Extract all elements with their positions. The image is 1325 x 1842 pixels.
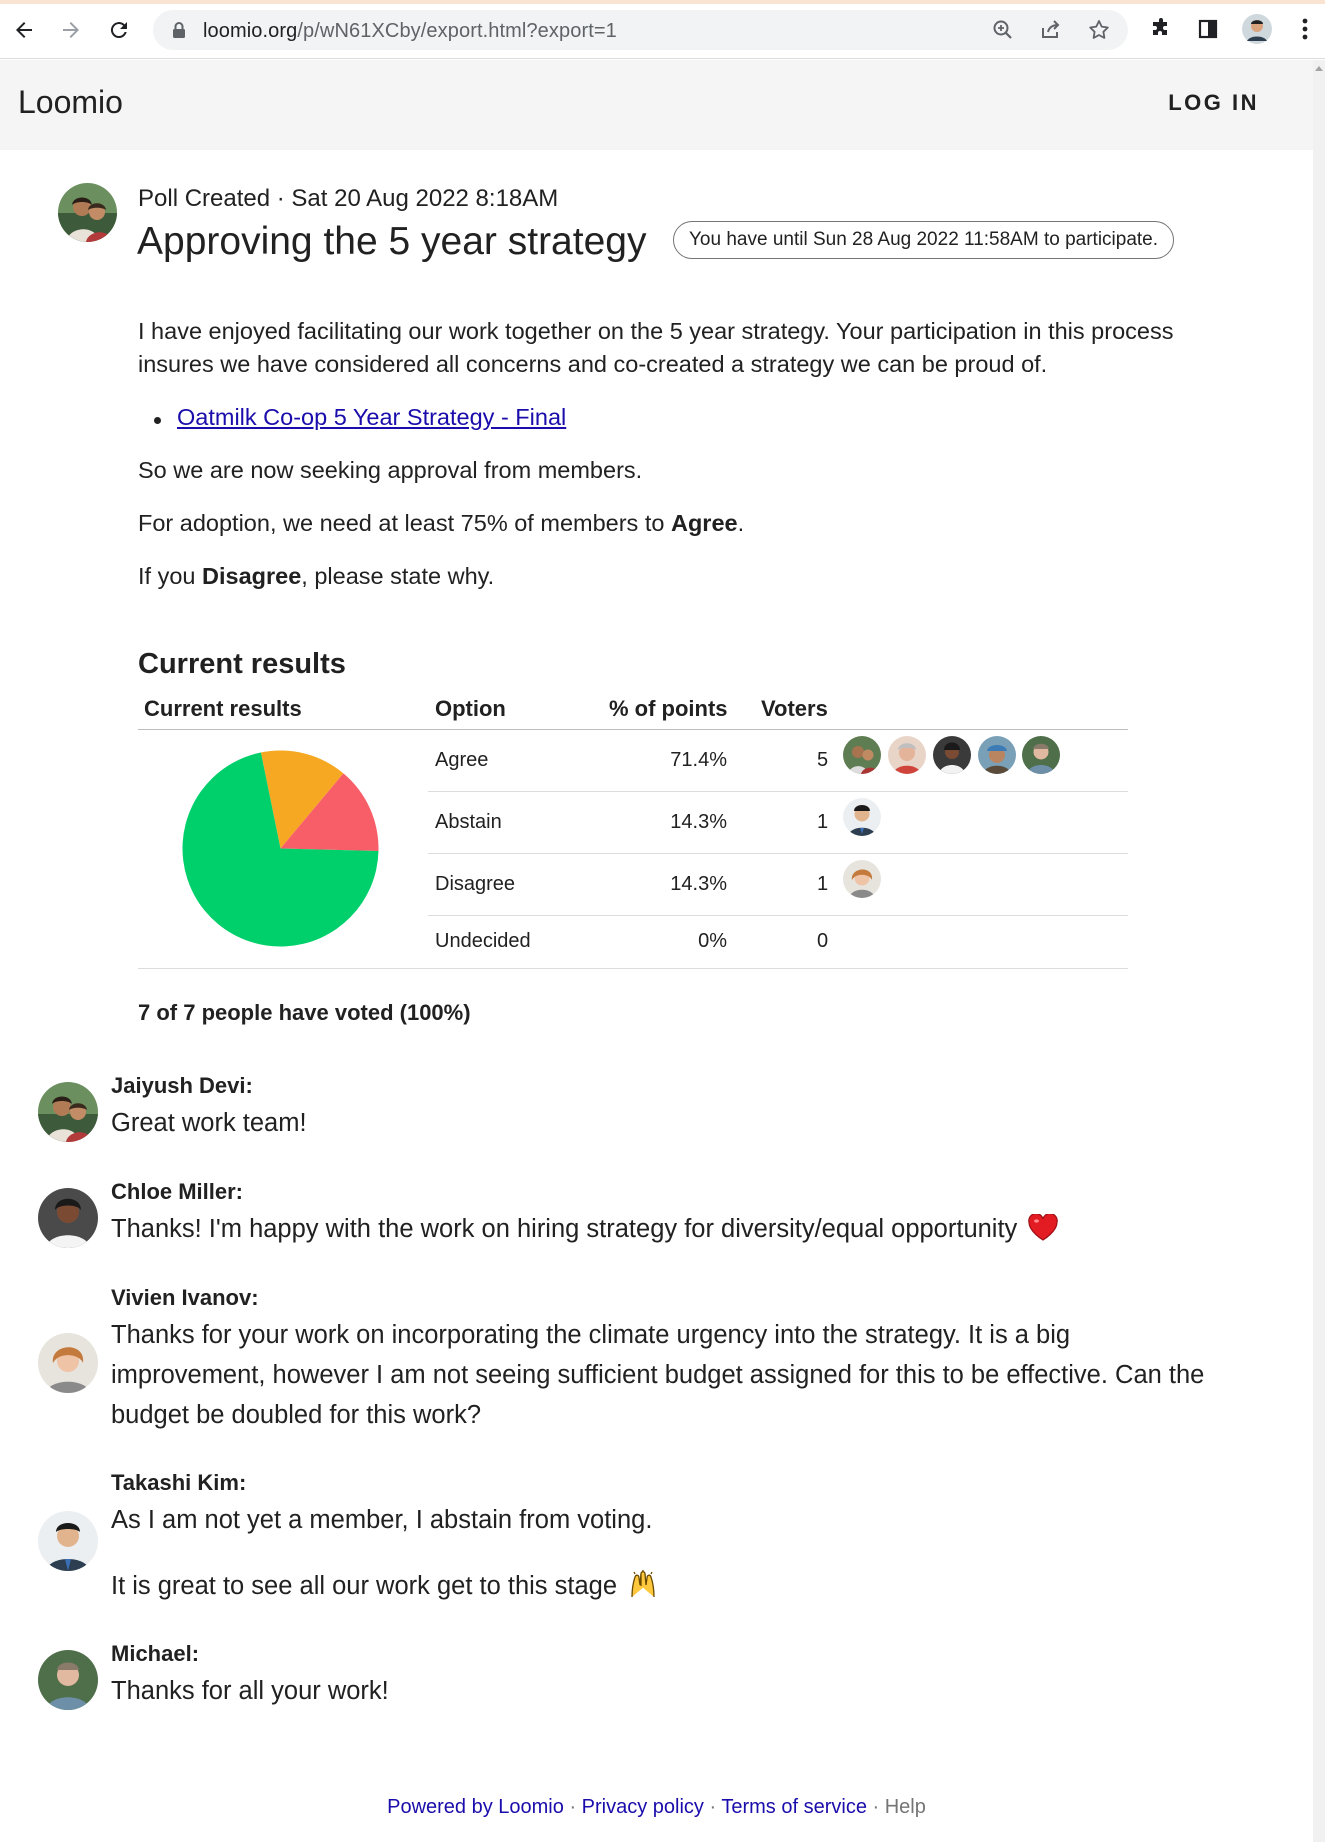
voter-count-agree: 5 (817, 749, 829, 771)
comment-body: Thanks! I'm happy with the work on hirin… (111, 1209, 1059, 1253)
voting-summary: 7 of 7 people have voted (100%) (138, 1000, 471, 1025)
voter-avatar[interactable] (933, 736, 971, 774)
option-label-undecided: Undecided (435, 930, 531, 952)
description-line: I have enjoyed facilitating our work tog… (138, 318, 1174, 344)
comment-author-avatar (38, 1082, 98, 1142)
forward-icon[interactable] (55, 14, 87, 46)
option-label-abstain: Abstain (435, 811, 502, 833)
zoom-icon[interactable] (991, 18, 1015, 42)
help-link[interactable]: Help (885, 1796, 926, 1818)
seeking-text: So we are now seeking approval from memb… (138, 457, 643, 483)
comment-body: It is great to see all our work get to t… (111, 1566, 658, 1611)
voter-avatar[interactable] (843, 798, 881, 836)
table-bottom-divider (138, 968, 1128, 969)
results-pie-chart (182, 750, 379, 947)
percent-disagree: 14.3% (670, 873, 727, 895)
poll-description: I have enjoyed facilitating our work tog… (138, 315, 1173, 381)
comment-body: Great work team! (111, 1109, 307, 1137)
page-title: Approving the 5 year strategy (137, 220, 647, 263)
browser-menu-icon[interactable] (1290, 14, 1320, 44)
deadline-badge: You have until Sun 28 Aug 2022 11:58AM t… (673, 221, 1175, 259)
voter-avatar[interactable] (888, 736, 926, 774)
comment-line: improvement, however I am not seeing suf… (111, 1361, 1205, 1389)
voter-avatar[interactable] (978, 736, 1016, 774)
bookmark-star-icon[interactable] (1087, 18, 1111, 42)
voter-count-abstain: 1 (817, 811, 829, 833)
scrollbar[interactable] (1313, 60, 1325, 1842)
comment-author-avatar (38, 1333, 98, 1393)
document-link-item: Oatmilk Co-op 5 Year Strategy - Final (177, 401, 566, 434)
comment-author-name: Jaiyush Devi: (111, 1073, 253, 1098)
percent-undecided: 0% (698, 930, 727, 952)
address-bar[interactable]: loomio.org/p/wN61XCby/export.html?export… (153, 10, 1128, 50)
terms-of-service-link[interactable]: Terms of service (721, 1796, 867, 1818)
browser-toolbar: loomio.org/p/wN61XCby/export.html?export… (0, 0, 1325, 59)
disagree-text: If you Disagree, please state why. (138, 563, 495, 589)
comment-body: As I am not yet a member, I abstain from… (111, 1506, 653, 1534)
brand-logo-text[interactable]: Loomio (18, 84, 123, 121)
results-heading: Current results (138, 648, 346, 680)
tab-strip-accent (0, 0, 1325, 4)
comment-body: Thanks for your work on incorporating th… (111, 1315, 1204, 1435)
comment-author-name: Takashi Kim: (111, 1470, 247, 1495)
column-header-percent: % of points (609, 696, 728, 721)
back-icon[interactable] (8, 14, 40, 46)
option-label-agree: Agree (435, 749, 489, 771)
comment-author-name: Michael: (111, 1641, 200, 1666)
percent-agree: 71.4% (670, 749, 727, 771)
column-header-option: Option (435, 696, 506, 721)
comment-author-avatar (38, 1188, 98, 1248)
poll-author-avatar (58, 183, 117, 242)
voter-count-disagree: 1 (817, 873, 829, 895)
side-panel-icon[interactable] (1193, 14, 1223, 44)
row-divider (428, 915, 1128, 916)
privacy-policy-link[interactable]: Privacy policy (582, 1796, 704, 1818)
adoption-text: For adoption, we need at least 75% of me… (138, 510, 745, 536)
row-divider (428, 791, 1128, 792)
voter-count-undecided: 0 (817, 930, 829, 952)
extensions-icon[interactable] (1146, 14, 1176, 44)
percent-abstain: 14.3% (670, 811, 727, 833)
comment-author-name: Chloe Miller: (111, 1179, 244, 1204)
share-icon[interactable] (1039, 18, 1063, 42)
heart-emoji-icon (1028, 1212, 1059, 1253)
login-button[interactable]: LOG IN (1168, 90, 1259, 116)
url-text[interactable]: loomio.org/p/wN61XCby/export.html?export… (203, 20, 617, 43)
row-divider (428, 853, 1128, 854)
voter-avatar[interactable] (843, 736, 881, 774)
profile-avatar[interactable] (1242, 14, 1272, 44)
comment-line: Thanks for your work on incorporating th… (111, 1321, 1071, 1349)
poll-meta: Poll Created · Sat 20 Aug 2022 8:18AM (138, 185, 559, 212)
raising-hands-emoji-icon (628, 1569, 658, 1611)
app-header: Loomio LOG IN (0, 60, 1313, 150)
comment-author-avatar (38, 1650, 98, 1710)
strategy-document-link[interactable]: Oatmilk Co-op 5 Year Strategy - Final (177, 404, 566, 430)
comment-line: budget be doubled for this work? (111, 1401, 481, 1429)
powered-by-link[interactable]: Powered by Loomio (387, 1796, 564, 1818)
comment-author-avatar (38, 1511, 98, 1571)
voter-avatar[interactable] (843, 860, 881, 898)
column-header-voters: Voters (761, 696, 828, 721)
description-line: insures we have considered all concerns … (138, 351, 1048, 377)
comment-author-name: Vivien Ivanov: (111, 1285, 259, 1310)
option-label-disagree: Disagree (435, 873, 516, 895)
column-header-chart: Current results (144, 696, 302, 721)
voter-avatar[interactable] (1022, 736, 1060, 774)
reload-icon[interactable] (103, 14, 135, 46)
lock-icon[interactable] (171, 21, 187, 44)
table-header-divider (138, 729, 1128, 730)
footer: Powered by Loomio · Privacy policy · Ter… (387, 1796, 926, 1818)
list-bullet (154, 417, 161, 424)
comment-body: Thanks for all your work! (111, 1677, 389, 1705)
scroll-up-arrow-icon[interactable] (1315, 66, 1323, 71)
